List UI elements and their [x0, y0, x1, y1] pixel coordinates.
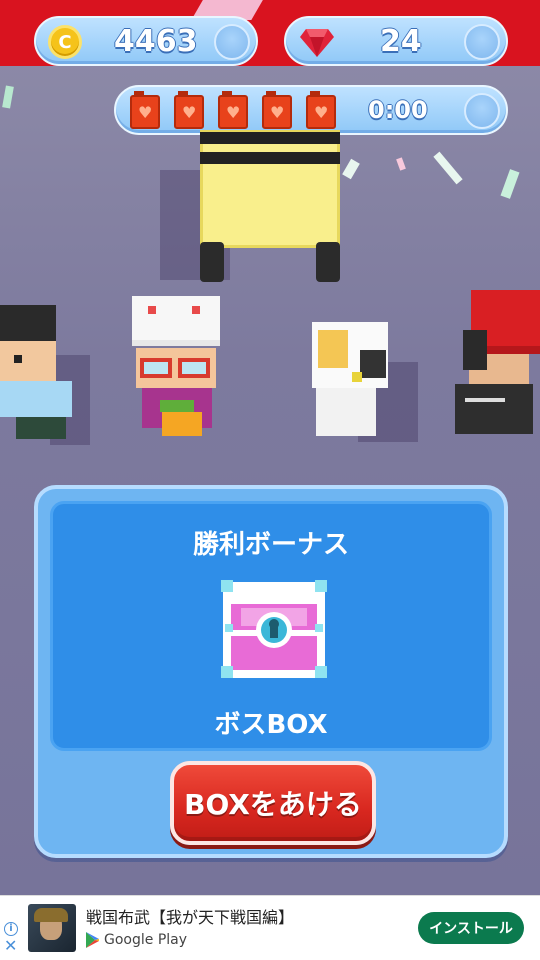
gem-count: 24 [380, 24, 422, 59]
char-face [0, 341, 56, 381]
scooter-stripe [200, 152, 340, 164]
char-stripe [465, 398, 505, 402]
scooter-body [200, 130, 340, 248]
character-cap-guy [455, 290, 540, 440]
treasure-box-icon [221, 580, 327, 678]
game-scene: C 4463 24 0:00 [0, 0, 540, 895]
reward-panel: 勝利ボーナス ボスBOX [50, 501, 492, 751]
ad-icon-helmet [34, 908, 68, 922]
ad-app-icon[interactable] [28, 904, 76, 952]
char-body [455, 384, 533, 434]
fuel-can-icon [306, 91, 336, 129]
gem-icon [300, 29, 334, 57]
add-gems-button[interactable] [464, 24, 500, 60]
char-skirt [162, 412, 202, 436]
coin-icon: C [48, 25, 82, 59]
add-coins-button[interactable] [214, 24, 250, 60]
char-glasses [140, 358, 172, 378]
scooter-wheel [200, 242, 224, 282]
ad-title[interactable]: 戦国布武【我が天下戦国編】 [86, 904, 294, 928]
character-grandma [132, 296, 232, 446]
ad-close-icon[interactable]: ✕ [4, 938, 17, 954]
fuel-can-icon [218, 91, 248, 129]
ad-store-name: Google Play [104, 932, 188, 948]
confetti-piece [500, 169, 520, 199]
char-patch [318, 330, 348, 368]
confetti-piece [342, 158, 360, 180]
ad-install-button[interactable]: インストール [418, 912, 524, 944]
char-hair [0, 305, 56, 345]
reward-title: 勝利ボーナス [192, 530, 349, 560]
fuel-can-icon [262, 91, 292, 129]
confetti-piece [2, 85, 14, 109]
char-hat-detail [148, 306, 156, 314]
character-cat [298, 322, 418, 442]
char-legs [16, 417, 66, 439]
char-belt [160, 400, 194, 412]
char-glasses [178, 358, 210, 378]
ad-store-label: Google Play [86, 932, 187, 948]
scooter-wheel [316, 242, 340, 282]
gem-counter: 24 [284, 16, 508, 66]
char-body [316, 388, 376, 436]
ad-banner[interactable]: i ✕ 戦国布武【我が天下戦国編】 Google Play インストール [0, 895, 540, 960]
reward-name: ボスBOX [214, 710, 328, 740]
fuel-bar: 0:00 [114, 85, 508, 135]
confetti-piece [433, 151, 463, 185]
add-fuel-button[interactable] [464, 93, 500, 129]
char-body [0, 381, 72, 417]
fuel-can-icon [130, 91, 160, 129]
google-play-icon [86, 932, 99, 948]
fuel-timer: 0:00 [368, 96, 428, 124]
confetti-piece [396, 157, 406, 171]
char-hat-detail [192, 306, 200, 314]
char-hair [463, 330, 487, 370]
char-eye [352, 372, 362, 382]
coin-count: 4463 [114, 24, 198, 59]
fuel-can-icon [174, 91, 204, 129]
char-eye [14, 355, 22, 363]
scooter-stripe [200, 132, 340, 144]
char-patch [360, 350, 386, 378]
open-box-button[interactable]: BOXをあける [170, 761, 376, 845]
ad-info-icon[interactable]: i [4, 922, 18, 936]
scooter-vehicle [160, 130, 340, 282]
character-boy [0, 305, 90, 445]
char-hat [132, 296, 220, 346]
reward-dialog: 勝利ボーナス ボスBOX BOXをあける [34, 485, 508, 858]
coin-counter: C 4463 [34, 16, 258, 66]
coin-symbol: C [58, 31, 72, 53]
